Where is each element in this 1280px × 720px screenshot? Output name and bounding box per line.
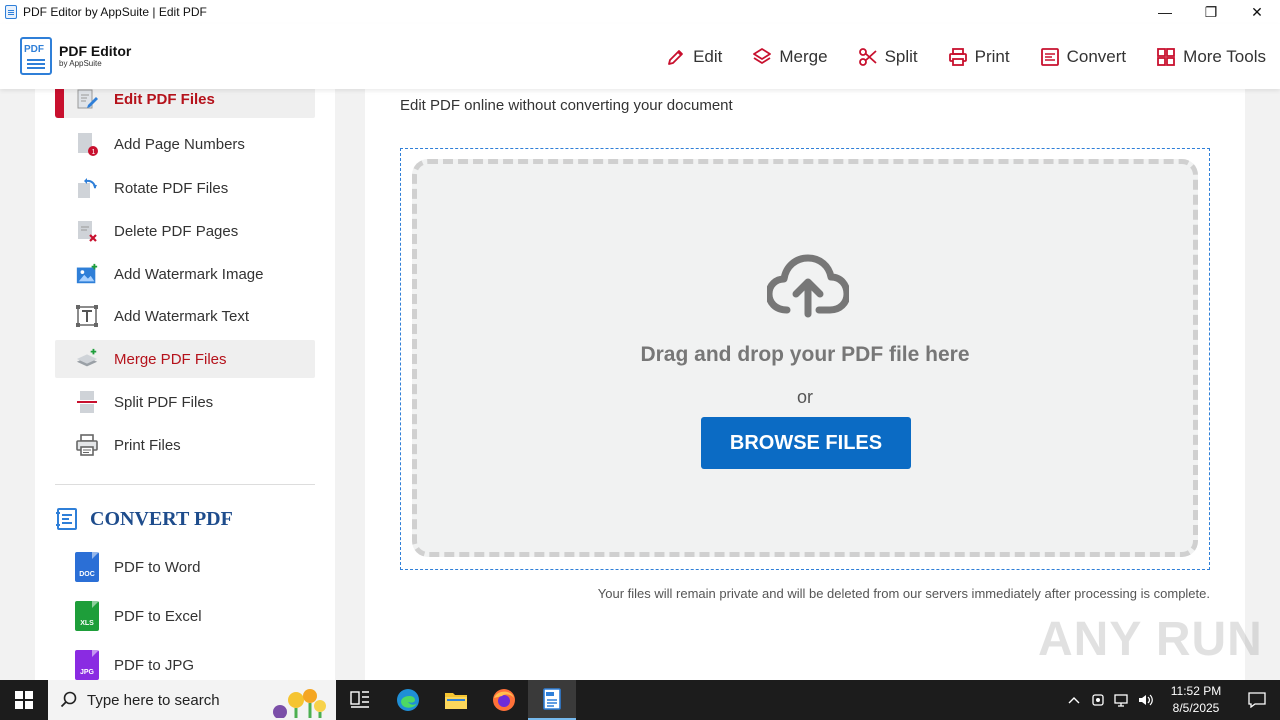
edit-doc-icon	[75, 89, 99, 112]
convert-pdf-heading: CONVERT PDF	[55, 507, 233, 531]
clock-time: 11:52 PM	[1170, 684, 1222, 698]
search-icon	[60, 691, 77, 708]
nav-print[interactable]: Print	[948, 47, 1010, 67]
sidebar-item-pdf-to-jpg[interactable]: JPG PDF to JPG	[55, 646, 315, 680]
notification-icon	[1248, 692, 1266, 708]
page-description: Edit PDF online without converting your …	[400, 97, 733, 114]
chevron-up-icon[interactable]	[1062, 680, 1086, 720]
excel-file-icon: XLS	[75, 601, 99, 631]
image-plus-icon	[75, 261, 99, 287]
firefox-icon	[493, 689, 515, 711]
layers-icon	[753, 47, 772, 64]
sidebar-item-edit-pdf[interactable]: Edit PDF Files	[55, 89, 315, 118]
convert-icon	[1040, 47, 1059, 66]
pdf-editor-icon	[543, 688, 561, 710]
window-title: PDF Editor by AppSuite | Edit PDF	[23, 5, 207, 19]
scissors-icon	[858, 47, 877, 66]
taskbar-search-input[interactable]: Type here to search	[48, 680, 336, 720]
system-tray: 11:52 PM 8/5/2025	[1062, 680, 1280, 720]
split-page-icon	[75, 389, 99, 415]
delete-page-icon	[75, 218, 99, 244]
rotate-icon	[75, 175, 99, 201]
tools-sidebar: Edit PDF Files 1 Add Page Numbers Rotate…	[35, 89, 335, 680]
search-placeholder: Type here to search	[87, 691, 220, 709]
logo-subtitle: by AppSuite	[59, 59, 102, 68]
or-separator: or	[796, 387, 813, 407]
nav-convert[interactable]: Convert	[1040, 47, 1126, 67]
app-header: PDF PDF Editor by AppSuite Edit Merge Sp…	[0, 24, 1280, 89]
sidebar-item-watermark-image[interactable]: Add Watermark Image	[55, 255, 315, 293]
sidebar-item-pdf-to-word[interactable]: DOC PDF to Word	[55, 548, 315, 586]
grid-icon	[1157, 47, 1176, 66]
volume-icon[interactable]	[1134, 680, 1158, 720]
text-box-icon	[75, 303, 99, 329]
device-icon[interactable]	[1086, 680, 1110, 720]
network-icon[interactable]	[1110, 680, 1134, 720]
taskbar-clock[interactable]: 11:52 PM 8/5/2025	[1158, 683, 1234, 717]
close-button[interactable]: ✕	[1234, 0, 1280, 24]
taskbar-firefox[interactable]	[480, 680, 528, 720]
sidebar-item-merge-pdf[interactable]: Merge PDF Files	[55, 340, 315, 378]
sidebar-item-split-pdf[interactable]: Split PDF Files	[55, 383, 315, 421]
browse-files-button[interactable]: BROWSE FILES	[701, 417, 911, 469]
anyrun-watermark: ANY RUN	[1038, 613, 1263, 666]
printer-icon	[75, 432, 99, 458]
task-view-icon	[350, 691, 369, 708]
cloud-upload-icon	[767, 254, 849, 318]
taskbar-file-explorer[interactable]	[432, 680, 480, 720]
page-number-icon: 1	[75, 131, 99, 157]
notification-center-button[interactable]	[1234, 680, 1280, 720]
taskbar-edge[interactable]	[384, 680, 432, 720]
app-logo[interactable]: PDF PDF Editor by AppSuite	[20, 37, 131, 75]
windows-logo-icon	[15, 691, 33, 709]
file-drop-target[interactable]: Drag and drop your PDF file here or BROW…	[400, 148, 1210, 570]
windows-taskbar: Type here to search 11:52 PM 8/5/2025	[0, 680, 1280, 720]
window-titlebar: PDF Editor by AppSuite | Edit PDF — ❐ ✕	[0, 0, 1280, 24]
flowers-decoration-icon	[273, 689, 326, 718]
svg-text:1: 1	[92, 149, 96, 156]
pdf-logo-icon: PDF	[20, 37, 52, 75]
edge-icon	[397, 689, 419, 711]
clock-date: 8/5/2025	[1172, 701, 1220, 715]
sidebar-item-delete-pages[interactable]: Delete PDF Pages	[55, 212, 315, 250]
window-controls: — ❐ ✕	[1142, 0, 1280, 24]
app-icon	[5, 5, 17, 19]
minimize-button[interactable]: —	[1142, 0, 1188, 24]
sidebar-item-add-page-numbers[interactable]: 1 Add Page Numbers	[55, 125, 315, 163]
drag-drop-text: Drag and drop your PDF file here	[640, 343, 970, 366]
maximize-button[interactable]: ❐	[1188, 0, 1234, 24]
word-file-icon: DOC	[75, 552, 99, 582]
task-view-button[interactable]	[336, 680, 384, 720]
convert-icon	[56, 508, 77, 530]
taskbar-pdf-editor[interactable]	[528, 680, 576, 720]
drop-zone[interactable]: Drag and drop your PDF file here or BROW…	[412, 159, 1198, 557]
printer-icon	[948, 47, 967, 66]
logo-title: PDF Editor	[59, 43, 132, 59]
jpg-file-icon: JPG	[75, 650, 99, 680]
top-navigation: Edit Merge Split Print Convert More Tool…	[636, 24, 1266, 89]
nav-edit[interactable]: Edit	[666, 47, 722, 67]
nav-merge[interactable]: Merge	[752, 47, 828, 67]
nav-more-tools[interactable]: More Tools	[1156, 47, 1266, 67]
main-panel: Edit PDF online without converting your …	[365, 89, 1245, 680]
merge-layers-icon	[75, 346, 99, 372]
start-button[interactable]	[0, 680, 48, 720]
pencil-icon	[668, 49, 683, 65]
nav-split[interactable]: Split	[858, 47, 918, 67]
sidebar-item-rotate-pdf[interactable]: Rotate PDF Files	[55, 169, 315, 207]
sidebar-divider	[55, 484, 315, 485]
sidebar-item-print-files[interactable]: Print Files	[55, 426, 315, 464]
file-explorer-icon	[445, 693, 467, 709]
sidebar-item-pdf-to-excel[interactable]: XLS PDF to Excel	[55, 597, 315, 635]
sidebar-item-watermark-text[interactable]: Add Watermark Text	[55, 297, 315, 335]
privacy-note: Your files will remain private and will …	[597, 586, 1210, 601]
